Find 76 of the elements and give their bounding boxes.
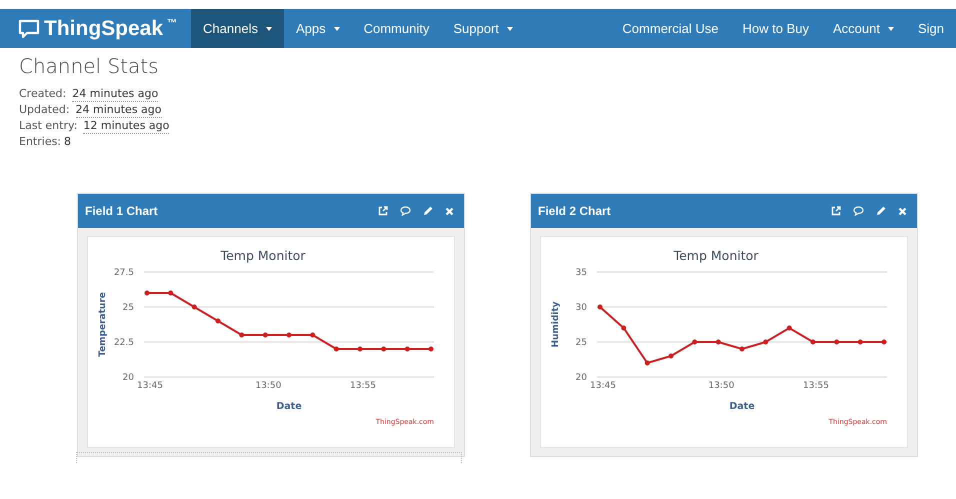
stat-label: Created: [19, 86, 66, 102]
close-icon[interactable] [898, 206, 907, 216]
stat-label: Updated: [19, 102, 70, 118]
stat-value: 12 minutes ago [83, 118, 170, 134]
data-point [168, 290, 174, 296]
data-point [882, 340, 886, 344]
chart-title: Temp Monitor [220, 248, 306, 263]
x-tick-label: 13:55 [803, 381, 829, 391]
data-point [192, 304, 197, 310]
external-link-icon[interactable] [378, 206, 388, 216]
stat-label: Entries: [19, 134, 62, 149]
stat-label: Last entry: [19, 118, 78, 134]
trademark-sign: ™ [167, 18, 178, 29]
y-axis-label: Humidity [551, 301, 561, 348]
page-title: Channel Stats [19, 54, 160, 78]
nav-dropdown[interactable]: Support [441, 9, 525, 48]
data-point [621, 326, 626, 330]
y-tick-label: 35 [576, 268, 587, 278]
stat-value: 8 [64, 134, 72, 149]
comment-icon[interactable] [853, 206, 864, 216]
nav-link[interactable]: Sign [906, 9, 956, 48]
data-point [310, 332, 316, 338]
data-point [834, 340, 840, 344]
y-tick-label: 30 [576, 303, 587, 313]
pencil-icon[interactable] [876, 206, 886, 216]
data-point [358, 346, 362, 352]
data-point [428, 346, 434, 352]
stat-value: 24 minutes ago [76, 102, 162, 118]
data-point [404, 346, 410, 352]
chat-bubble-icon [18, 18, 40, 38]
data-point [858, 340, 863, 344]
data-point [644, 360, 650, 366]
data-point [692, 340, 698, 344]
x-tick-label: 13:50 [708, 381, 734, 391]
nav-dropdown[interactable]: Account [820, 9, 906, 48]
data-point [144, 290, 150, 296]
x-axis-label: Date [729, 401, 755, 412]
data-point [740, 346, 744, 352]
data-point [668, 354, 674, 358]
y-tick-label: 25 [576, 338, 587, 348]
data-point [262, 332, 268, 338]
card-title: Field 1 Chart [85, 204, 159, 218]
y-tick-label: 25 [122, 303, 134, 313]
data-point [334, 346, 339, 352]
nav-dropdown[interactable]: Apps [284, 9, 352, 48]
x-axis-label: Date [276, 401, 302, 412]
data-point [786, 326, 792, 330]
card-title: Field 2 Chart [538, 204, 612, 218]
x-tick-label: 13:55 [350, 381, 376, 391]
data-point [216, 318, 220, 324]
chart-title: Temp Monitor [674, 248, 758, 263]
x-tick-label: 13:45 [590, 381, 616, 391]
nav-link[interactable]: How to Buy [730, 9, 821, 48]
y-axis-label: Temperature [98, 292, 108, 357]
nav-dropdown[interactable]: Channels [191, 9, 284, 48]
x-tick-label: 13:50 [255, 381, 282, 391]
comment-icon[interactable] [400, 206, 411, 216]
y-tick-label: 20 [576, 373, 587, 383]
y-tick-label: 27.5 [114, 268, 134, 278]
y-tick-label: 22.5 [114, 338, 134, 348]
pencil-icon[interactable] [423, 206, 433, 216]
nav-link[interactable]: Commercial Use [610, 9, 730, 48]
data-point [810, 340, 816, 344]
external-link-icon[interactable] [831, 206, 841, 216]
data-point [381, 346, 386, 352]
data-point [763, 340, 768, 344]
data-point [598, 304, 602, 310]
data-point [286, 332, 292, 338]
nav-link[interactable]: Community [352, 9, 442, 48]
data-point [239, 332, 244, 338]
data-point [716, 340, 721, 344]
y-tick-label: 20 [122, 373, 134, 383]
stat-value: 24 minutes ago [72, 86, 158, 102]
close-icon[interactable] [445, 206, 454, 216]
x-tick-label: 13:45 [137, 381, 163, 391]
brand-name[interactable]: ThingSpeak [44, 16, 164, 40]
